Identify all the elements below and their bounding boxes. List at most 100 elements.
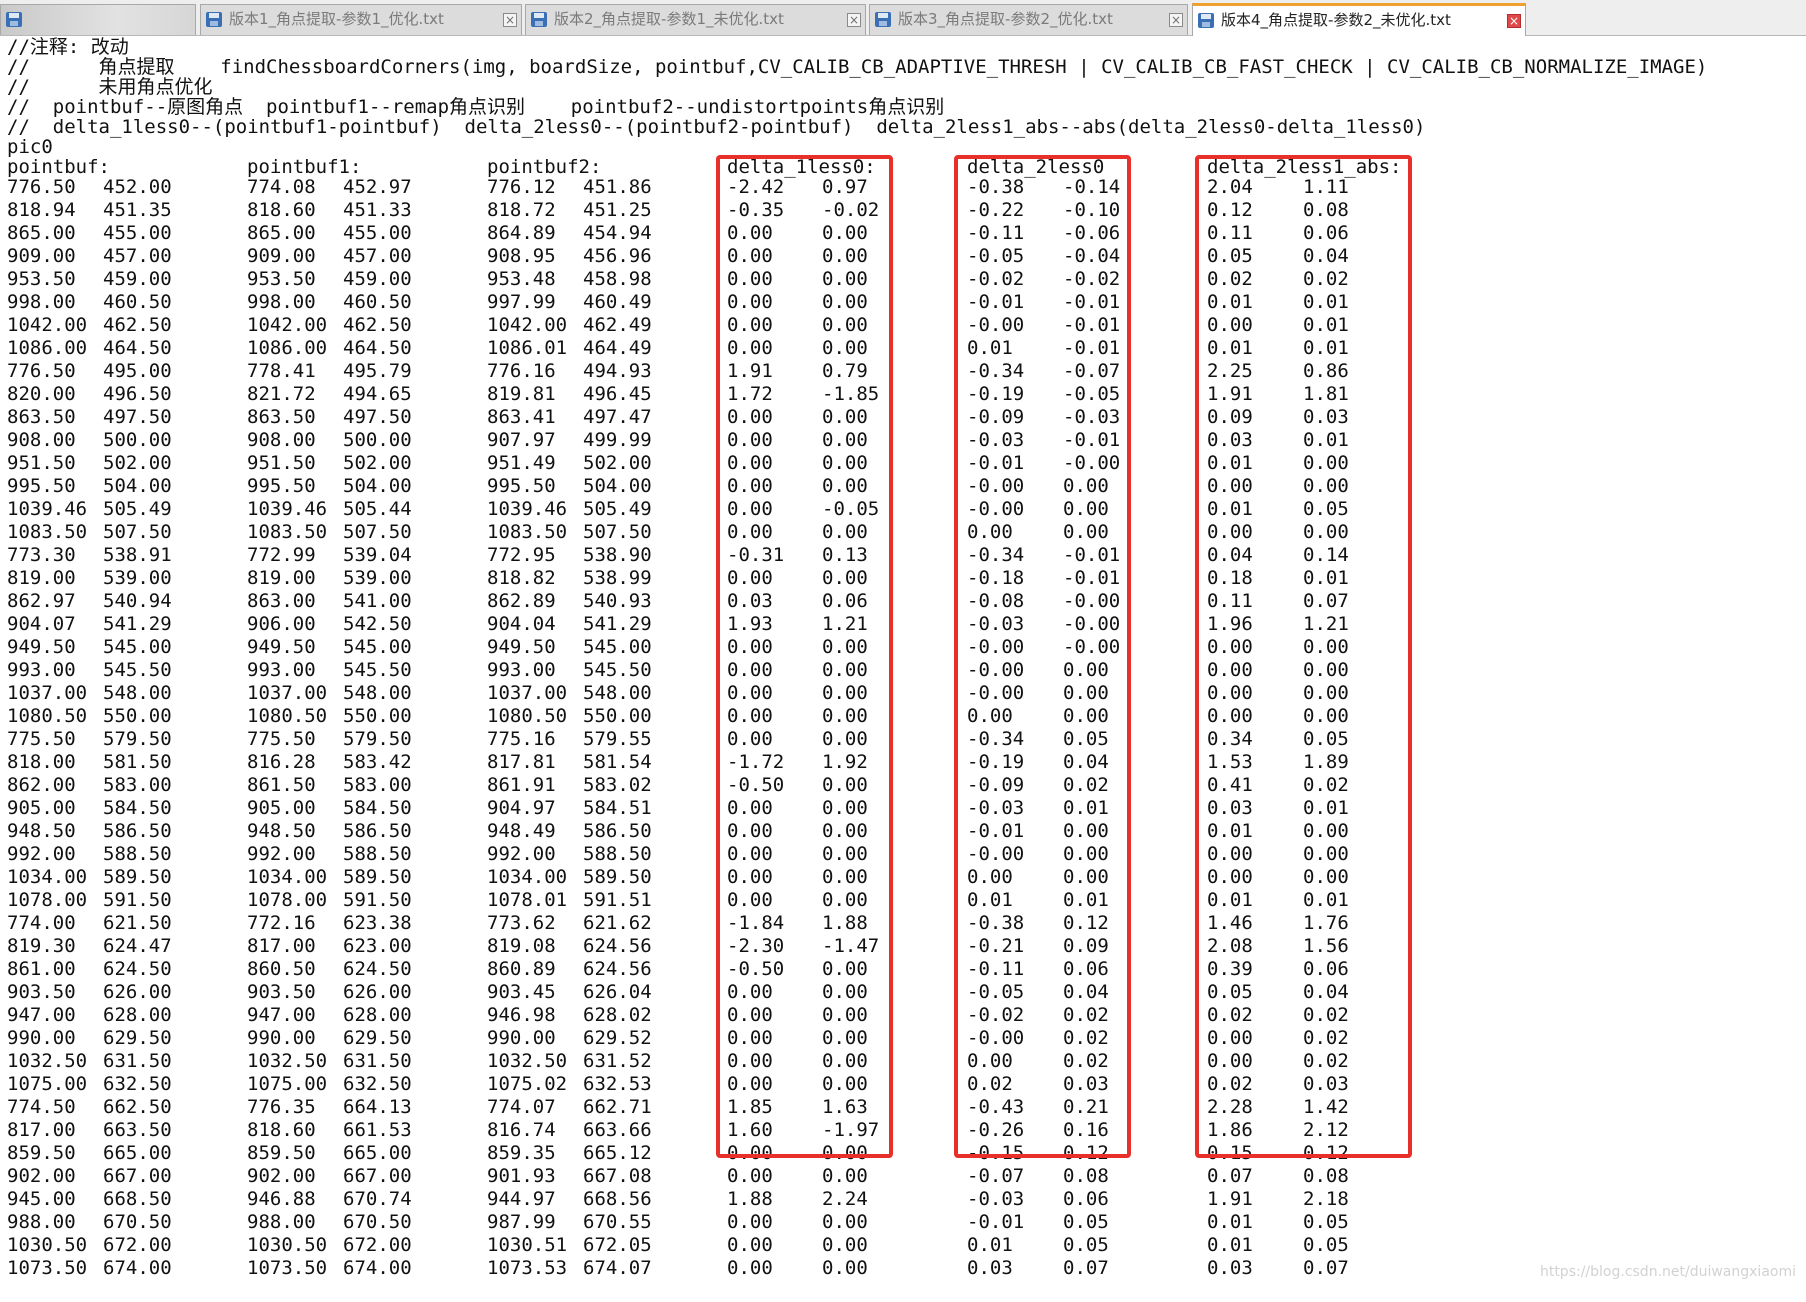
table-cell: 497.47 [583,406,652,428]
table-cell: 1039.46 [7,498,88,520]
table-cell: -0.07 [967,1165,1025,1187]
table-cell: 1042.00 [247,314,328,336]
tab-4[interactable]: 版本3_角点提取-参数2_优化.txt × [869,4,1188,35]
tab-bar: ... 版本1_角点提取-参数1_优化.txt × 版本2_角点提取-参数1_未优化.… [0,0,1806,36]
close-icon[interactable]: × [1169,13,1183,27]
table-cell: 776.35 [247,1096,316,1118]
table-cell: 908.00 [247,429,316,451]
table-cell: 1032.50 [7,1050,88,1072]
table-cell: 1030.50 [7,1234,88,1256]
watermark: https://blog.csdn.net/duiwangxiaomi [1539,1264,1796,1280]
table-cell: 464.50 [103,337,172,359]
table-cell: 665.00 [343,1142,412,1164]
table-cell: 993.00 [7,659,76,681]
table-cell: 904.07 [7,613,76,635]
table-cell: 670.74 [343,1188,412,1210]
table-cell: 541.00 [343,590,412,612]
table-cell: 774.07 [487,1096,556,1118]
table-cell: 819.00 [7,567,76,589]
table-cell: 863.50 [247,406,316,428]
tab-label: 版本1_角点提取-参数1_优化.txt [229,10,444,28]
table-cell: 621.50 [103,912,172,934]
table-cell: 2.18 [1303,1188,1349,1210]
table-cell: 460.49 [583,291,652,313]
table-cell: 949.50 [7,636,76,658]
tab-2[interactable]: 版本1_角点提取-参数1_优化.txt × [200,4,522,35]
table-cell: 953.48 [487,268,556,290]
table-cell: 816.28 [247,751,316,773]
table-cell: 946.88 [247,1188,316,1210]
table-cell: 0.01 [967,1234,1013,1256]
table-cell: 990.00 [7,1027,76,1049]
tab-1[interactable]: ... [0,4,196,35]
table-cell: 548.00 [343,682,412,704]
table-cell: 819.00 [247,567,316,589]
tab-3[interactable]: 版本2_角点提取-参数1_未优化.txt × [525,4,866,35]
table-cell: 629.50 [343,1027,412,1049]
tab-5[interactable]: 版本4_角点提取-参数2_未优化.txt × [1192,3,1526,36]
table-cell: 550.00 [583,705,652,727]
table-cell: 818.72 [487,199,556,221]
table-cell: 672.00 [343,1234,412,1256]
table-cell: 661.53 [343,1119,412,1141]
table-cell: 775.16 [487,728,556,750]
table-cell: 947.00 [247,1004,316,1026]
table-cell: 948.50 [7,820,76,842]
table-cell: 904.97 [487,797,556,819]
table-cell: 674.00 [103,1257,172,1279]
table-cell: 995.50 [487,475,556,497]
table-cell: 583.42 [343,751,412,773]
table-cell: 628.00 [103,1004,172,1026]
table-cell: 621.62 [583,912,652,934]
table-cell: 992.00 [247,843,316,865]
table-cell: 0.00 [727,1234,773,1256]
table-cell: 905.00 [7,797,76,819]
text-editor[interactable]: //注释: 改动 // 角点提取 findChessboardCorners(i… [0,36,1806,1302]
table-cell: 0.08 [1303,1165,1349,1187]
table-cell: 0.00 [727,1211,773,1233]
close-icon[interactable]: × [503,13,517,27]
table-cell: 1078.00 [247,889,328,911]
table-cell: 550.00 [103,705,172,727]
table-cell: 776.50 [7,360,76,382]
table-cell: 588.50 [583,843,652,865]
table-cell: 773.62 [487,912,556,934]
table-cell: 502.00 [343,452,412,474]
table-cell: 864.89 [487,222,556,244]
table-cell: 953.50 [247,268,316,290]
table-cell: 539.00 [103,567,172,589]
table-cell: 456.96 [583,245,652,267]
table-cell: 624.47 [103,935,172,957]
table-cell: 863.41 [487,406,556,428]
table-cell: 545.50 [343,659,412,681]
table-cell: 668.56 [583,1188,652,1210]
table-cell: 626.00 [103,981,172,1003]
table-cell: 995.50 [247,475,316,497]
table-cell: 998.00 [7,291,76,313]
table-cell: 459.00 [343,268,412,290]
table-cell: 539.04 [343,544,412,566]
table-cell: 778.41 [247,360,316,382]
table-cell: 861.50 [247,774,316,796]
table-cell: 624.56 [583,935,652,957]
close-icon[interactable]: × [1507,14,1521,28]
table-cell: 462.50 [103,314,172,336]
table-cell: 538.90 [583,544,652,566]
table-cell: 1083.50 [247,521,328,543]
table-cell: 776.16 [487,360,556,382]
table-cell: 507.50 [103,521,172,543]
table-cell: 1032.50 [487,1050,568,1072]
table-cell: 632.50 [103,1073,172,1095]
table-cell: 455.00 [343,222,412,244]
table-cell: 588.50 [343,843,412,865]
table-cell: 545.50 [103,659,172,681]
table-cell: 583.02 [583,774,652,796]
highlight-box [1195,155,1412,1158]
table-cell: 464.49 [583,337,652,359]
table-cell: 0.07 [1303,1257,1349,1279]
close-icon[interactable]: × [847,13,861,27]
table-cell: 993.00 [247,659,316,681]
table-cell: 1086.01 [487,337,568,359]
table-cell: 772.99 [247,544,316,566]
table-cell: 588.50 [103,843,172,865]
